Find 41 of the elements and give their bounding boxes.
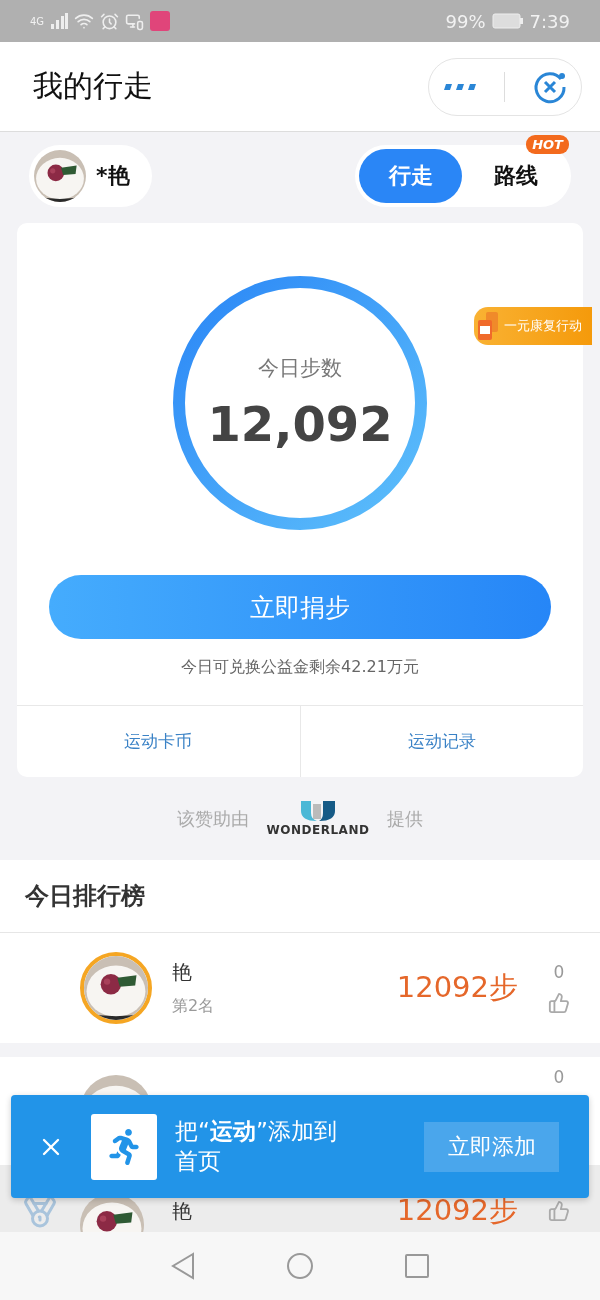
page-title: 我的行走 [33, 67, 153, 105]
user-name: *艳 [96, 162, 130, 190]
back-icon[interactable] [170, 1252, 196, 1280]
app-icon [150, 11, 171, 31]
like-icon[interactable] [548, 992, 570, 1014]
sponsor-prefix: 该赞助由 [176, 806, 249, 831]
clock-time: 7:39 [529, 10, 570, 32]
donate-button[interactable]: 立即捐步 [49, 575, 551, 639]
promo-label: 一元康复行动 [504, 317, 582, 335]
network-type: 4G [30, 15, 45, 27]
battery-percent: 99% [445, 10, 486, 32]
brand-logo-icon [301, 800, 335, 821]
signal-icon [50, 13, 69, 29]
battery-icon [491, 13, 524, 29]
more-icon[interactable] [442, 82, 479, 91]
steps-label: 今日步数 [258, 355, 342, 382]
user-name: 艳 [172, 1197, 193, 1225]
step-count: 12092步 [396, 1192, 518, 1229]
wifi-icon [74, 11, 95, 31]
fund-note: 今日可兑换公益金剩余42.21万元 [181, 657, 419, 678]
sponsor-suffix: 提供 [387, 806, 424, 831]
banner-text: 把“运动”添加到首页 [175, 1116, 338, 1176]
rank-label: 第2名 [172, 996, 216, 1017]
step-count: 12092步 [396, 969, 518, 1006]
screen-icon [125, 11, 145, 31]
user-chip[interactable]: *艳 [29, 145, 152, 207]
home-icon[interactable] [286, 1252, 314, 1280]
recents-icon[interactable] [404, 1253, 430, 1279]
card-link[interactable]: 运动记录 [299, 706, 583, 777]
like-count: 0 [553, 962, 565, 982]
like-icon[interactable] [548, 1200, 570, 1222]
alarm-icon [100, 11, 120, 31]
steps-count: 12,092 [207, 396, 393, 452]
hot-badge: HOT [526, 135, 569, 154]
add-button[interactable]: 立即添加 [424, 1121, 559, 1172]
card-link[interactable]: 运动卡币 [17, 706, 300, 777]
user-name: 艳 [172, 959, 193, 986]
brand-name: WONDERLAND [266, 822, 370, 837]
tab[interactable]: 行走 [359, 149, 462, 203]
like-count: 0 [553, 1067, 565, 1087]
leaderboard-title: 今日排行榜 [25, 881, 145, 912]
